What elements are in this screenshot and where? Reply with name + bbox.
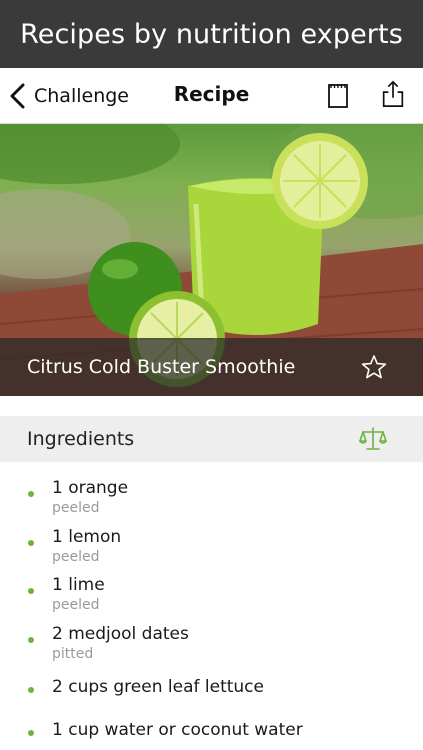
banner-text: Recipes by nutrition experts	[20, 18, 403, 50]
bullet-dot	[28, 540, 34, 546]
ingredient-note: peeled	[52, 549, 100, 565]
ingredient-name: 1 cup water or coconut water	[52, 720, 303, 740]
promo-banner: Recipes by nutrition experts	[0, 0, 423, 68]
recipe-caption-bar: Citrus Cold Buster Smoothie	[0, 338, 423, 396]
bullet-dot	[28, 730, 34, 736]
ingredient-name: 1 lime	[52, 575, 105, 595]
notepad-icon[interactable]	[324, 82, 352, 110]
bullet-dot	[28, 637, 34, 643]
ingredient-name: 1 lemon	[52, 527, 122, 547]
balance-scale-icon[interactable]	[359, 426, 387, 452]
chevron-left-icon	[10, 83, 25, 109]
ingredients-header: Ingredients	[0, 416, 423, 462]
ingredient-note: pitted	[52, 646, 94, 662]
ingredients-title: Ingredients	[27, 428, 135, 450]
ingredient-name: 2 cups green leaf lettuce	[52, 677, 264, 697]
ingredient-note: peeled	[52, 500, 100, 516]
ingredient-name: 1 orange	[52, 478, 129, 498]
bullet-dot	[28, 687, 34, 693]
bullet-dot	[28, 491, 34, 497]
share-icon[interactable]	[379, 80, 407, 108]
ingredient-item: 2 cups green leaf lettuce	[0, 673, 423, 713]
ingredient-name: 2 medjool dates	[52, 624, 189, 644]
navigation-bar: Challenge Recipe	[0, 68, 423, 124]
ingredient-item: 2 medjool dates pitted	[0, 616, 423, 662]
star-outline-icon[interactable]	[361, 354, 387, 380]
recipe-hero-image: Citrus Cold Buster Smoothie	[0, 124, 423, 396]
ingredient-item: 1 cup water or coconut water	[0, 716, 423, 750]
ingredient-item: 1 lemon peeled	[0, 519, 423, 565]
ingredient-item: 1 lime peeled	[0, 567, 423, 613]
bullet-dot	[28, 588, 34, 594]
ingredient-note: peeled	[52, 597, 100, 613]
ingredient-item: 1 orange peeled	[0, 470, 423, 516]
back-label: Challenge	[34, 85, 129, 107]
back-button[interactable]: Challenge	[8, 78, 129, 114]
recipe-title: Citrus Cold Buster Smoothie	[27, 356, 296, 378]
